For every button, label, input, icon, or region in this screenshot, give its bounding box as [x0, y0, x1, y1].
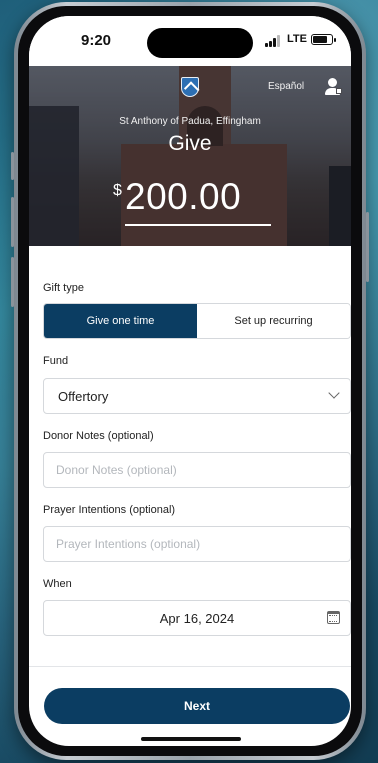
phone-frame: 9:20 LTE Español St Anthony of Padua, Ef… [11, 2, 369, 760]
home-indicator [141, 737, 241, 741]
page-title: Give [168, 132, 212, 155]
fund-label: Fund [43, 355, 69, 367]
phone-volume-down [11, 257, 14, 307]
account-icon[interactable] [325, 78, 343, 96]
footer-divider [29, 666, 351, 667]
donor-notes-field [43, 452, 351, 488]
chevron-down-icon [328, 387, 340, 399]
date-value: Apr 16, 2024 [159, 611, 235, 626]
prayer-intentions-label: Prayer Intentions (optional) [43, 504, 176, 516]
phone-volume-up [11, 197, 14, 247]
signal-icon [265, 35, 283, 47]
donor-notes-input[interactable] [44, 453, 350, 487]
amount-field[interactable]: $ 200.00 [113, 176, 273, 226]
language-link[interactable]: Español [268, 81, 304, 92]
fund-value: Offertory [58, 389, 109, 404]
amount-underline [125, 224, 271, 226]
date-picker[interactable]: Apr 16, 2024 [43, 600, 351, 636]
set-up-recurring-tab[interactable]: Set up recurring [197, 304, 350, 338]
parish-logo-icon [181, 77, 199, 97]
gift-type-label: Gift type [43, 282, 84, 294]
donor-notes-label: Donor Notes (optional) [43, 430, 154, 442]
fund-select[interactable]: Offertory [43, 378, 351, 414]
amount-value[interactable]: 200.00 [125, 176, 241, 218]
battery-icon [311, 34, 336, 45]
give-one-time-tab[interactable]: Give one time [44, 304, 197, 338]
phone-screen: 9:20 LTE Español St Anthony of Padua, Ef… [29, 16, 351, 746]
status-bar: 9:20 LTE [29, 16, 351, 66]
prayer-intentions-input[interactable] [44, 527, 350, 561]
network-label: LTE [287, 33, 307, 45]
currency-symbol: $ [113, 182, 122, 199]
battery-fill [313, 36, 327, 43]
hero-banner: Español St Anthony of Padua, Effingham G… [29, 66, 351, 246]
phone-side-button [11, 152, 14, 180]
dynamic-island [147, 28, 253, 58]
status-time: 9:20 [81, 32, 112, 49]
phone-power-button [366, 212, 369, 282]
prayer-intentions-field [43, 526, 351, 562]
next-button[interactable]: Next [44, 688, 350, 724]
when-label: When [43, 578, 72, 590]
phone-bezel: 9:20 LTE Español St Anthony of Padua, Ef… [18, 6, 362, 756]
parish-name: St Anthony of Padua, Effingham [119, 116, 261, 127]
gift-type-toggle: Give one time Set up recurring [43, 303, 351, 339]
calendar-icon[interactable] [327, 611, 340, 624]
